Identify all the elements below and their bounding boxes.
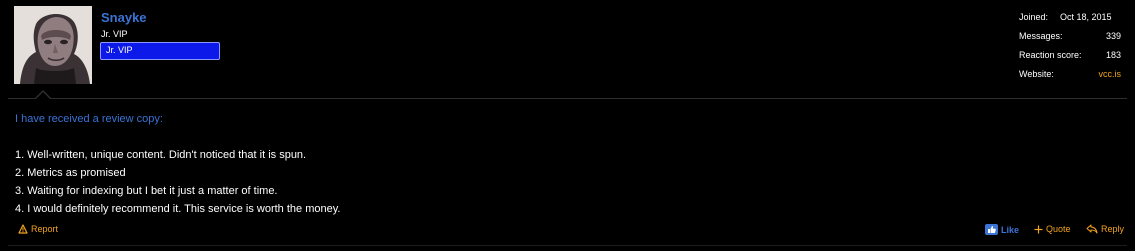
avatar-image [14, 6, 92, 84]
stat-messages: Messages: 339 [1019, 31, 1121, 50]
stat-joined-value: Oct 18, 2015 [1060, 12, 1112, 22]
post-line-4: 4. I would definitely recommend it. This… [15, 203, 341, 215]
reply-button[interactable]: Reply [1086, 224, 1124, 234]
stat-reaction-label: Reaction score: [1019, 50, 1082, 60]
reply-arrow-icon [1086, 224, 1098, 234]
like-button[interactable]: Like [985, 224, 1019, 235]
message-arrow-inner [36, 92, 50, 99]
user-title: Jr. VIP [101, 29, 128, 39]
user-banner: Jr. VIP [100, 42, 220, 60]
header-divider [8, 98, 1127, 99]
username-link[interactable]: Snayke [101, 10, 147, 25]
post-line-2: 2. Metrics as promised [15, 167, 126, 179]
stat-messages-value[interactable]: 339 [1106, 31, 1121, 41]
reply-label: Reply [1101, 224, 1125, 234]
post-body: I have received a review copy: 1. Well-w… [15, 110, 340, 218]
forum-post: Snayke Jr. VIP Jr. VIP Joined: Oct 18, 2… [0, 0, 1135, 251]
quote-label: Quote [1046, 224, 1071, 234]
post-line-1: 1. Well-written, unique content. Didn't … [15, 149, 307, 161]
report-button[interactable]: Report [18, 224, 58, 234]
thumbs-up-icon [985, 224, 998, 235]
report-label: Report [31, 224, 59, 234]
warning-icon [18, 224, 28, 234]
post-intro: I have received a review copy: [15, 113, 163, 125]
stat-joined: Joined: Oct 18, 2015 [1019, 12, 1121, 31]
footer-divider [8, 245, 1127, 246]
post-line-3: 3. Waiting for indexing but I bet it jus… [15, 185, 278, 197]
user-stats: Joined: Oct 18, 2015 Messages: 339 React… [1019, 12, 1121, 88]
stat-reaction-value: 183 [1105, 50, 1121, 60]
stat-messages-label: Messages: [1019, 31, 1063, 41]
stat-website: Website: vcc.is [1019, 69, 1121, 88]
quote-button[interactable]: Quote [1034, 224, 1071, 234]
website-link[interactable]: vcc.is [1099, 69, 1122, 79]
stat-joined-label: Joined: [1019, 12, 1049, 22]
like-label: Like [1001, 224, 1020, 235]
stat-reaction-score: Reaction score: 183 [1019, 50, 1121, 69]
avatar[interactable] [14, 6, 92, 84]
stat-website-label: Website: [1019, 69, 1054, 79]
plus-icon [1034, 225, 1043, 234]
